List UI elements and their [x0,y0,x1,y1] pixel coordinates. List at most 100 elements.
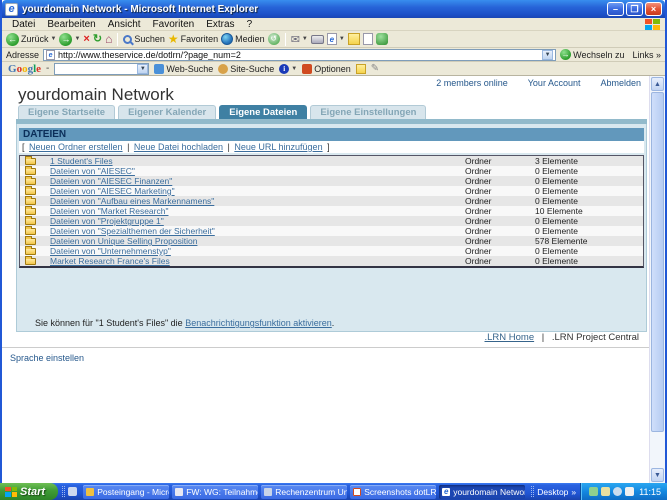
back-label: Zurück [21,34,49,44]
tray-messenger-icon[interactable] [625,487,634,496]
address-url[interactable]: http://www.theservice.de/dotlrn/?page_nu… [58,50,539,60]
row-icon-cell [20,157,50,165]
folder-link[interactable]: Market Research France's Files [50,256,170,266]
tab-2[interactable]: Eigener Kalender [118,105,216,119]
row-count-cell: 0 Elemente [535,256,643,266]
table-row: Market Research France's Files Ordner 0 … [20,256,643,266]
menu-item[interactable]: Extras [200,19,240,30]
task-label: Screenshots dotLRN... [364,487,436,497]
menu-item[interactable]: Bearbeiten [41,19,101,30]
print-button[interactable] [311,35,324,44]
taskbar-grip[interactable] [531,486,534,497]
history-button[interactable]: ↺ [268,33,280,45]
lrn-home-link[interactable]: .LRN Home [485,332,535,343]
quick-launch-icon[interactable] [68,487,77,496]
desktop-chevron-icon[interactable]: » [571,487,576,497]
stop-button[interactable]: × [83,33,89,46]
options-button[interactable]: Optionen [302,64,351,74]
discuss-button[interactable] [348,33,360,45]
file-action-link[interactable]: Neue Datei hochladen [134,142,223,152]
taskbar-grip[interactable] [62,486,65,497]
tray-update-icon[interactable] [589,487,598,496]
tray-volume-icon[interactable] [601,487,610,496]
notification-link[interactable]: Benachrichtigungsfunktion aktivieren [185,318,332,328]
window-title: yourdomain Network - Microsoft Internet … [22,4,607,15]
files-panel-header: DATEIEN [19,128,644,141]
taskbar-task-button[interactable]: Screenshots dotLRN... [350,485,436,499]
scroll-down-icon[interactable]: ▼ [651,468,664,482]
highlight-button[interactable] [356,64,366,74]
file-action-link[interactable]: Neue URL hinzufügen [234,142,322,152]
media-button[interactable]: Medien [221,33,265,45]
page-info-button[interactable]: i ▼ [279,64,297,74]
logout-link[interactable]: Abmelden [600,78,641,88]
file-action-link[interactable]: Neuen Ordner erstellen [29,142,123,152]
mail-dropdown-icon[interactable]: ▼ [302,36,308,42]
edit-button[interactable]: e▼ [327,33,345,45]
address-input[interactable]: e http://www.theservice.de/dotlrn/?page_… [43,49,556,61]
tab-4[interactable]: Eigene Einstellungen [310,105,426,119]
info-icon: i [279,64,289,74]
folder-link[interactable]: Dateien von "Aufbau eines Markennamens" [50,196,214,206]
folder-link[interactable]: Dateien von "Projektgruppe 1" [50,216,164,226]
members-online-link[interactable]: 2 members online [436,78,508,88]
edit-dropdown-icon[interactable]: ▼ [339,36,345,42]
row-count-cell: 3 Elemente [535,156,643,166]
taskbar-task-button[interactable]: FW: WG: Teilnahme v... [172,485,258,499]
folder-link[interactable]: Dateien von Unique Selling Proposition [50,236,197,246]
messenger-button[interactable] [376,33,388,45]
info-dropdown-icon[interactable]: ▼ [291,66,297,72]
tab-3[interactable]: Eigene Dateien [219,105,307,119]
refresh-button[interactable]: ↻ [93,33,102,46]
menu-item[interactable]: Ansicht [102,19,147,30]
scrollbar-thumb[interactable] [651,92,664,432]
folder-link[interactable]: 1 Student's Files [50,156,113,166]
row-type-cell: Ordner [465,256,535,266]
vertical-scrollbar[interactable]: ▲ ▼ [649,76,665,483]
mail-button[interactable]: ✉▼ [291,33,308,46]
folder-link[interactable]: Dateien von "Unternehmenstyp" [50,246,171,256]
menu-item[interactable]: ? [241,19,259,30]
folder-link[interactable]: Dateien von "Market Research" [50,206,168,216]
favorites-button[interactable]: ★ Favoriten [168,32,218,46]
taskbar-task-button[interactable]: Posteingang - Micros... [83,485,169,499]
google-search-dropdown-icon[interactable]: ▼ [137,64,148,74]
row-icon-cell [20,197,50,205]
taskbar-task-button[interactable]: Rechenzentrum Uni K... [261,485,347,499]
title-bar[interactable]: e yourdomain Network - Microsoft Interne… [2,0,665,18]
start-button[interactable]: Start [0,483,58,500]
go-button[interactable]: → Wechseln zu [560,49,624,60]
back-dropdown-icon[interactable]: ▼ [51,36,57,42]
address-dropdown-icon[interactable]: ▼ [542,50,553,60]
back-button[interactable]: ← Zurück ▼ [6,33,56,46]
your-account-link[interactable]: Your Account [528,78,581,88]
tab-1[interactable]: Eigene Startseite [18,105,115,119]
minimize-button[interactable]: – [607,2,624,16]
home-button[interactable]: ⌂ [105,33,112,46]
maximize-button[interactable]: ❐ [626,2,643,16]
tray-network-icon[interactable] [613,487,622,496]
search-button[interactable]: Suchen [123,34,165,44]
google-search-input[interactable]: ▼ [54,63,149,75]
desktop-toolbar[interactable]: Desktop » [527,486,580,497]
folder-icon [25,228,36,235]
language-link[interactable]: Sprache einstellen [10,353,84,363]
folder-link[interactable]: Dateien von "AIESEC Finanzen" [50,176,172,186]
research-button[interactable] [363,33,373,45]
close-button[interactable]: × [645,2,662,16]
links-toolbar[interactable]: Links » [632,50,661,60]
menu-item[interactable]: Favoriten [147,19,201,30]
menu-item[interactable]: Datei [6,19,41,30]
google-dash: - [46,63,49,74]
web-search-button[interactable]: Web-Suche [154,64,213,74]
pencil-button[interactable]: ✎ [371,63,379,74]
folder-link[interactable]: Dateien von "AIESEC" [50,166,135,176]
folder-link[interactable]: Dateien von "AIESEC Marketing" [50,186,175,196]
taskbar-task-button[interactable]: e yourdomain Network ... [439,485,525,499]
forward-dropdown-icon[interactable]: ▼ [74,36,80,42]
forward-button[interactable]: → ▼ [59,33,80,46]
folder-link[interactable]: Dateien von "Spezialthemen der Sicherhei… [50,226,215,236]
lrn-project-central-link[interactable]: .LRN Project Central [552,332,639,343]
site-search-button[interactable]: Site-Suche [218,64,274,74]
scroll-up-icon[interactable]: ▲ [651,77,664,91]
